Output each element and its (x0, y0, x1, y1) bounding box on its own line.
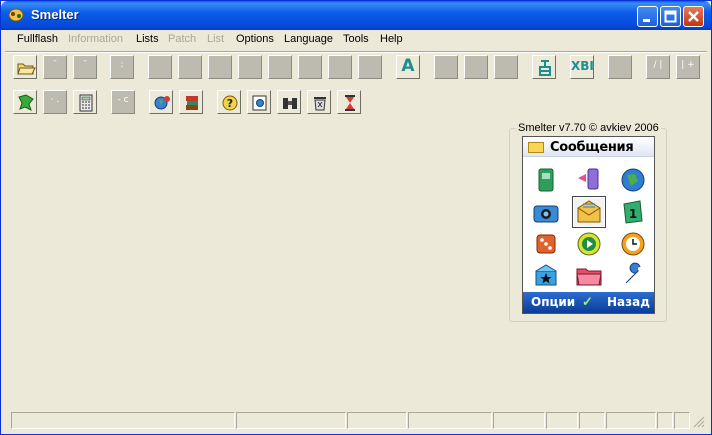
minus-icon: ¯ (82, 60, 88, 70)
minimize-button[interactable] (637, 6, 658, 27)
clock-icon (618, 230, 648, 258)
status-pane-4 (408, 412, 492, 429)
menu-lists[interactable]: Lists (136, 33, 159, 45)
select-check-icon: ✓ (582, 294, 593, 309)
phone-header: Сообщения (523, 137, 654, 157)
minus-icon: ¯ (52, 60, 58, 70)
status-bar (5, 410, 707, 430)
toolbar-button-11[interactable] (328, 55, 352, 79)
bitmap-button[interactable] (532, 55, 556, 79)
svg-text:?: ? (227, 97, 233, 110)
calculator-button[interactable] (73, 90, 97, 114)
toolbar-button-21[interactable]: | + (676, 55, 700, 79)
close-button[interactable] (683, 6, 704, 27)
toolbar-button-6[interactable] (178, 55, 202, 79)
toolbar-button-7[interactable] (208, 55, 232, 79)
left-softkey: Опции (531, 295, 576, 309)
hourglass-button[interactable] (337, 90, 361, 114)
books-button[interactable] (179, 90, 203, 114)
toolbar-button-20[interactable]: / | (646, 55, 670, 79)
resize-grip-icon[interactable] (693, 416, 705, 428)
media-player-icon (574, 230, 604, 258)
phone-softkey-bar: Опции ✓ Назад (523, 292, 654, 313)
toolbar-button-15[interactable] (464, 55, 488, 79)
toolbar-button-r2-4[interactable]: - c (111, 90, 135, 114)
svg-text:1: 1 (629, 207, 637, 221)
status-pane-10 (674, 412, 690, 429)
toolbar-button-4[interactable]: : (110, 55, 134, 79)
xbi-icon: XBI (571, 59, 594, 73)
main-window: Smelter Fullflash Information Lists Patc… (0, 0, 712, 435)
folder-icon (574, 261, 604, 289)
menu-list[interactable]: List (207, 33, 224, 45)
status-pane-3 (347, 412, 407, 429)
status-pane-6 (546, 412, 578, 429)
binoculars-button[interactable] (277, 90, 301, 114)
patch-tree-button[interactable] (13, 90, 37, 114)
status-pane-9 (657, 412, 673, 429)
window-title: Smelter (31, 7, 79, 22)
open-folder-button[interactable] (13, 55, 37, 79)
toolbar-button-2[interactable]: ¯ (43, 55, 67, 79)
help-button[interactable]: ? (217, 90, 241, 114)
globe-search-button[interactable] (149, 90, 173, 114)
settings-wrench-icon (618, 261, 648, 289)
toolbar-button-8[interactable] (238, 55, 262, 79)
phone-preview: Сообщения 1 Опции ✓ Назад (522, 136, 655, 314)
toolbar-separator (5, 51, 707, 53)
menu-tools[interactable]: Tools (343, 33, 369, 45)
games-dice-icon (531, 230, 561, 258)
calendar-icon: 1 (618, 198, 648, 226)
toolbar-button-10[interactable] (298, 55, 322, 79)
call-log-icon (574, 166, 604, 194)
dash-c-icon: - c (117, 95, 129, 105)
right-softkey: Назад (607, 295, 650, 309)
menu-language[interactable]: Language (284, 33, 333, 45)
messages-icon (572, 196, 606, 228)
toolbar-button-16[interactable] (494, 55, 518, 79)
dots-icon: · . (50, 95, 60, 105)
font-a-button[interactable]: A (396, 55, 420, 79)
menu-help[interactable]: Help (380, 33, 403, 45)
toolbar-button-19[interactable] (608, 55, 632, 79)
phone-screen-title: Сообщения (550, 140, 634, 155)
toolbar-button-3[interactable]: ¯ (73, 55, 97, 79)
favorites-box-icon (531, 261, 561, 289)
status-pane-8 (606, 412, 656, 429)
menu-options[interactable]: Options (236, 33, 274, 45)
app-icon (7, 7, 25, 23)
slash-icon: / | (653, 60, 663, 70)
version-label: Smelter v7.70 © avkiev 2006 (516, 122, 661, 134)
font-a-icon: A (401, 56, 415, 76)
colon-icon: : (120, 60, 124, 70)
maximize-button[interactable] (660, 6, 681, 27)
status-pane-2 (236, 412, 346, 429)
xbi-button[interactable]: XBI (570, 55, 594, 79)
menu-information[interactable]: Information (68, 33, 123, 45)
menu-bar: Fullflash Information Lists Patch List O… (5, 30, 707, 49)
toolbar-button-12[interactable] (358, 55, 382, 79)
toolbar-button-9[interactable] (268, 55, 292, 79)
status-pane-7 (579, 412, 605, 429)
phone-menu-grid: 1 (527, 162, 652, 290)
toolbar-button-14[interactable] (434, 55, 458, 79)
trash-button[interactable] (307, 90, 331, 114)
phone-book-icon (531, 166, 561, 194)
find-file-button[interactable] (247, 90, 271, 114)
camera-icon (531, 198, 561, 226)
menu-fullflash[interactable]: Fullflash (17, 33, 58, 45)
plus-icon: | + (681, 60, 695, 70)
toolbar-button-r2-2[interactable]: · . (43, 90, 67, 114)
envelope-icon (528, 142, 544, 153)
status-pane-1 (11, 412, 235, 429)
title-bar[interactable]: Smelter (1, 1, 711, 30)
toolbar-button-5[interactable] (148, 55, 172, 79)
status-pane-5 (493, 412, 545, 429)
internet-globe-icon (618, 166, 648, 194)
menu-patch[interactable]: Patch (168, 33, 196, 45)
